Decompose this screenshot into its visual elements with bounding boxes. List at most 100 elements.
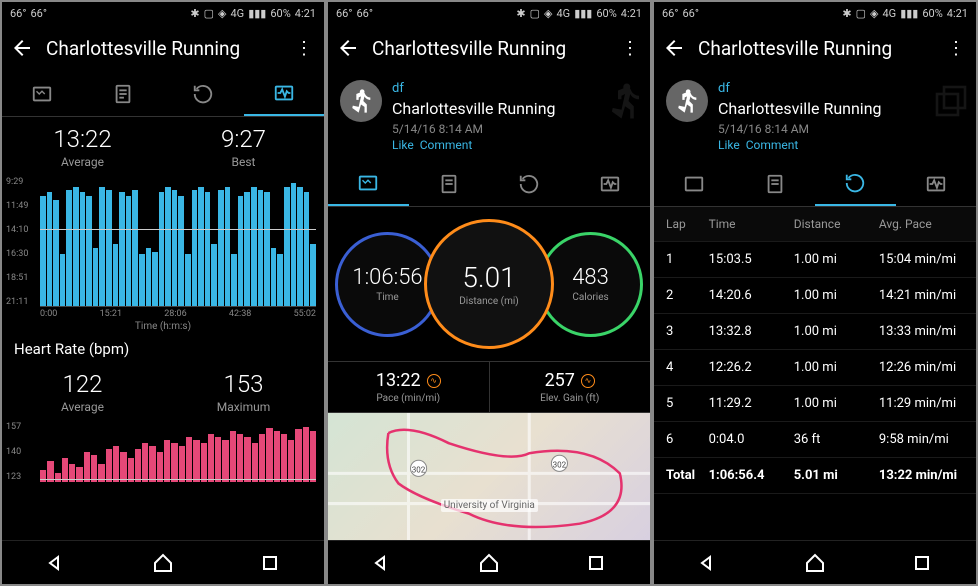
back-button[interactable] bbox=[10, 36, 34, 60]
hr-maximum: 153Maximum bbox=[163, 370, 324, 414]
tab-summary[interactable] bbox=[2, 72, 83, 116]
overflow-menu-button[interactable]: ⋮ bbox=[292, 38, 316, 59]
bar bbox=[274, 431, 280, 482]
nav-back-button[interactable] bbox=[370, 551, 394, 575]
table-total-row: Total 1:06:56.4 5.01 mi 13:22 min/mi bbox=[654, 458, 976, 494]
back-button[interactable] bbox=[662, 36, 686, 60]
tab-details[interactable] bbox=[735, 162, 816, 206]
nav-bar bbox=[654, 540, 976, 584]
cell: 6 bbox=[666, 432, 709, 447]
table-row[interactable]: 511:29.21.00 mi11:29 min/mi bbox=[654, 386, 976, 422]
bar bbox=[244, 437, 250, 482]
bar bbox=[208, 434, 214, 482]
bar bbox=[113, 446, 119, 482]
wifi-icon: ◈ bbox=[544, 7, 552, 20]
tab-laps[interactable] bbox=[815, 162, 896, 206]
overflow-menu-button[interactable]: ⋮ bbox=[944, 38, 968, 59]
elevation-label: Elev. Gain (ft) bbox=[498, 393, 643, 404]
comment-button[interactable]: Comment bbox=[420, 138, 473, 152]
pace-label: Pace (min/mi) bbox=[336, 393, 481, 404]
bar bbox=[225, 187, 231, 306]
like-button[interactable]: Like bbox=[392, 138, 414, 152]
tab-laps[interactable] bbox=[163, 72, 244, 116]
cell: 14:21 min/mi bbox=[879, 288, 964, 303]
hr-avg-value: 122 bbox=[2, 370, 163, 398]
app-bar: Charlottesville Running ⋮ bbox=[2, 24, 324, 72]
cell: 1.00 mi bbox=[794, 288, 879, 303]
hr-bars bbox=[40, 422, 316, 482]
bar bbox=[222, 440, 228, 482]
hr-max-value: 153 bbox=[163, 370, 324, 398]
pace-best-value: 9:27 bbox=[163, 125, 324, 153]
nav-recent-button[interactable] bbox=[584, 551, 608, 575]
share-icon[interactable] bbox=[930, 80, 972, 126]
status-bar: 66°66° ✱▢◈4G▮▮▮60%4:21 bbox=[654, 2, 976, 24]
tab-heartrate[interactable] bbox=[570, 162, 651, 206]
route-map[interactable]: 302 302 University of Virginia bbox=[328, 413, 650, 540]
wifi-icon: ◈ bbox=[218, 7, 226, 20]
bluetooth-icon: ✱ bbox=[516, 7, 525, 20]
pace-metric: 13:22∿ Pace (min/mi) bbox=[328, 362, 490, 412]
overflow-menu-button[interactable]: ⋮ bbox=[618, 38, 642, 59]
comment-button[interactable]: Comment bbox=[746, 138, 799, 152]
nav-recent-button[interactable] bbox=[258, 551, 282, 575]
bar bbox=[281, 434, 287, 482]
table-row[interactable]: 214:20.61.00 mi14:21 min/mi bbox=[654, 278, 976, 314]
bar bbox=[55, 473, 61, 482]
tab-laps[interactable] bbox=[489, 162, 570, 206]
bar bbox=[135, 449, 141, 482]
tab-heartrate[interactable] bbox=[244, 72, 325, 116]
tab-details[interactable] bbox=[83, 72, 164, 116]
nav-back-button[interactable] bbox=[44, 551, 68, 575]
cell: 15:04 min/mi bbox=[879, 252, 964, 267]
table-row[interactable]: 60:04.036 ft9:58 min/mi bbox=[654, 422, 976, 458]
avatar[interactable] bbox=[340, 80, 382, 122]
tab-details[interactable] bbox=[409, 162, 490, 206]
bar bbox=[47, 192, 53, 306]
map-poi-label: University of Virginia bbox=[441, 499, 538, 512]
bar bbox=[259, 434, 265, 482]
bar bbox=[139, 254, 145, 306]
cell: 11:29 min/mi bbox=[879, 396, 964, 411]
route-line: 302 302 bbox=[328, 413, 650, 540]
tab-summary[interactable] bbox=[328, 162, 409, 206]
nav-home-button[interactable] bbox=[477, 551, 501, 575]
table-row[interactable]: 115:03.51.00 mi15:04 min/mi bbox=[654, 242, 976, 278]
post-user[interactable]: df bbox=[392, 80, 556, 98]
signal-icon: ▮▮▮ bbox=[574, 7, 592, 20]
pace-y-labels: 9:2911:4914:1016:3018:5121:11 bbox=[6, 177, 28, 307]
nav-home-button[interactable] bbox=[151, 551, 175, 575]
bar bbox=[238, 196, 244, 306]
bar bbox=[53, 200, 59, 306]
back-button[interactable] bbox=[336, 36, 360, 60]
table-row[interactable]: 313:32.81.00 mi13:33 min/mi bbox=[654, 314, 976, 350]
nav-home-button[interactable] bbox=[803, 551, 827, 575]
cell: 0:04.0 bbox=[709, 432, 794, 447]
header-pace: Avg. Pace bbox=[879, 217, 964, 231]
bar bbox=[179, 446, 185, 482]
pulse-icon: ∿ bbox=[427, 374, 441, 388]
tab-heartrate[interactable] bbox=[896, 162, 977, 206]
bar bbox=[264, 192, 270, 306]
nav-recent-button[interactable] bbox=[910, 551, 934, 575]
runner-icon bbox=[604, 80, 646, 126]
bar bbox=[185, 254, 191, 306]
bar bbox=[106, 449, 112, 482]
bar bbox=[142, 443, 148, 482]
bar bbox=[40, 196, 46, 306]
avatar[interactable] bbox=[666, 80, 708, 122]
pace-chart: 9:2911:4914:1016:3018:5121:11 0:0015:212… bbox=[2, 177, 324, 332]
pace-x-labels: 0:0015:2128:0642:3855:02 bbox=[40, 307, 316, 319]
post-user[interactable]: df bbox=[718, 80, 882, 98]
content-area: 1:06:56 Time 5.01 Distance (mi) 483 Calo… bbox=[328, 207, 650, 540]
table-row[interactable]: 412:26.21.00 mi12:26 min/mi bbox=[654, 350, 976, 386]
hr-section-title: Heart Rate (bpm) bbox=[2, 332, 324, 362]
bar bbox=[120, 452, 126, 482]
bar bbox=[157, 452, 163, 482]
network-label: 4G bbox=[231, 7, 245, 20]
hr-avg-label: Average bbox=[2, 400, 163, 414]
bar bbox=[106, 190, 112, 306]
like-button[interactable]: Like bbox=[718, 138, 740, 152]
tab-summary[interactable] bbox=[654, 162, 735, 206]
nav-back-button[interactable] bbox=[696, 551, 720, 575]
